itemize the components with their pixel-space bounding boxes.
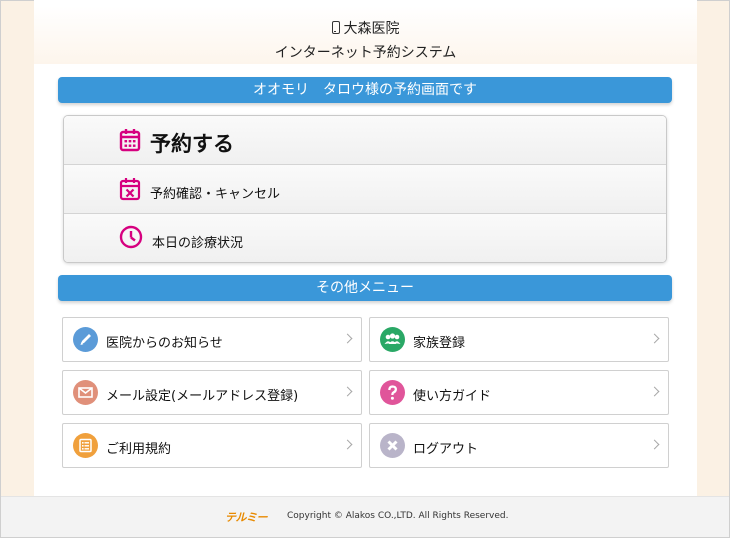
- chevron-right-icon: [342, 333, 353, 344]
- usage-guide-button[interactable]: 使い方ガイド: [369, 370, 669, 415]
- clock-icon: [119, 225, 143, 253]
- logout-icon: [380, 433, 405, 458]
- clinic-name: 大森医院: [34, 18, 697, 38]
- other-menu-title: その他メニュー: [58, 275, 672, 301]
- chevron-right-icon: [342, 386, 353, 397]
- brand-logo: テルミー: [225, 511, 268, 524]
- mobile-phone-icon: [331, 21, 340, 34]
- calendar-icon: [119, 128, 141, 156]
- list-icon: [73, 433, 98, 458]
- footer: テルミー Copyright © Alakos CO.,LTD. All Rig…: [1, 496, 729, 537]
- today-status-label: 本日の診療状況: [152, 236, 244, 251]
- terms-label: ご利用規約: [106, 442, 172, 457]
- clinic-news-button[interactable]: 医院からのお知らせ: [62, 317, 362, 362]
- chevron-right-icon: [649, 439, 660, 450]
- calendar-cancel-icon: [119, 177, 141, 205]
- header: 大森医院 インターネット予約システム: [34, 0, 697, 68]
- pencil-icon: [73, 327, 98, 352]
- mail-icon: [73, 380, 98, 405]
- reservation-cancel-button[interactable]: 予約確認・キャンセル: [64, 165, 666, 214]
- reserve-label: 予約する: [150, 132, 234, 156]
- usage-guide-label: 使い方ガイド: [413, 389, 492, 404]
- chevron-right-icon: [649, 386, 660, 397]
- family-register-button[interactable]: 家族登録: [369, 317, 669, 362]
- terms-button[interactable]: ご利用規約: [62, 423, 362, 468]
- copyright-text: Copyright © Alakos CO.,LTD. All Rights R…: [287, 511, 509, 521]
- mail-settings-button[interactable]: メール設定(メールアドレス登録): [62, 370, 362, 415]
- system-name: インターネット予約システム: [274, 45, 457, 61]
- family-icon: [380, 327, 405, 352]
- chevron-right-icon: [342, 439, 353, 450]
- family-register-label: 家族登録: [413, 336, 466, 351]
- question-icon: [380, 380, 405, 405]
- reservation-cancel-label: 予約確認・キャンセル: [150, 187, 281, 202]
- main-menu: 予約する 予約確認・キャンセル 本日の診療状況: [63, 115, 667, 263]
- clinic-news-label: 医院からのお知らせ: [106, 336, 223, 351]
- greeting-bar: オオモリ タロウ様の予約画面です: [58, 77, 672, 103]
- logout-button[interactable]: ログアウト: [369, 423, 669, 468]
- chevron-right-icon: [649, 333, 660, 344]
- today-status-button[interactable]: 本日の診療状況: [64, 214, 666, 262]
- mail-settings-label: メール設定(メールアドレス登録): [106, 389, 299, 404]
- logout-label: ログアウト: [413, 442, 479, 457]
- reserve-button[interactable]: 予約する: [64, 116, 666, 165]
